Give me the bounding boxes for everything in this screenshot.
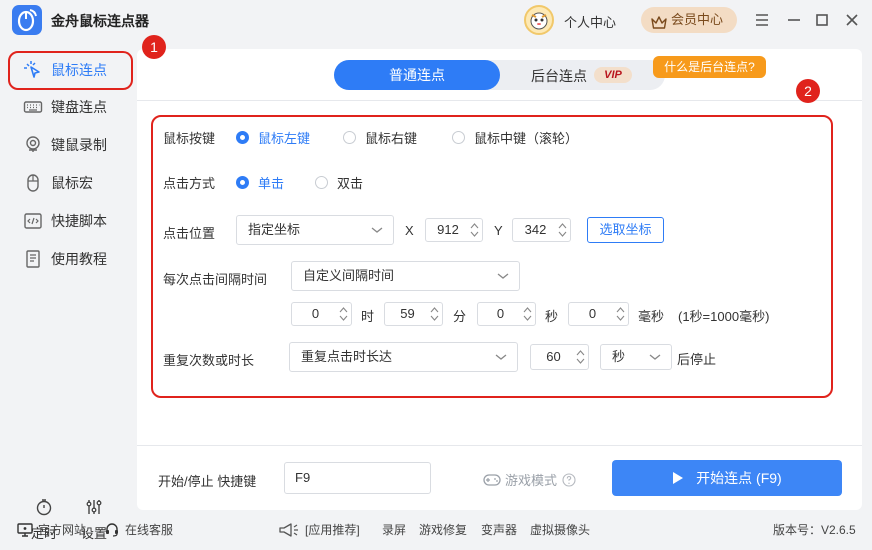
official-website-link[interactable]: 官方网站 [17, 521, 86, 538]
sidebar-item-label: 键鼠录制 [51, 137, 107, 153]
footer-link-virtual-camera[interactable]: 虚拟摄像头 [530, 521, 590, 538]
hotkey-label: 开始/停止 快捷键 [158, 474, 257, 489]
sidebar-item-script[interactable]: 快捷脚本 [12, 203, 132, 239]
divider [137, 445, 862, 446]
start-click-button[interactable]: 开始连点 (F9) [612, 460, 842, 496]
headset-icon [106, 522, 118, 537]
keyboard-icon [22, 96, 44, 118]
footer-link-game-repair[interactable]: 游戏修复 [419, 521, 467, 538]
annotation-badge-2: 2 [796, 79, 820, 103]
sidebar-item-tutorial[interactable]: 使用教程 [12, 241, 132, 277]
game-mode-toggle[interactable]: 游戏模式 [483, 470, 576, 489]
gamepad-icon [483, 473, 501, 486]
tab-background-click[interactable]: 后台连点 [531, 66, 587, 86]
app-logo-icon [12, 5, 42, 35]
vip-center-button[interactable]: 会员中心 [641, 7, 737, 33]
version-label: 版本号：V2.6.5 [773, 523, 856, 537]
menu-icon[interactable] [751, 9, 773, 31]
maximize-icon[interactable] [811, 9, 833, 31]
vip-center-label: 会员中心 [671, 12, 724, 27]
annotation-highlight-2 [151, 115, 833, 398]
online-service-link[interactable]: 在线客服 [104, 521, 173, 538]
sidebar-item-record[interactable]: 键鼠录制 [12, 127, 132, 163]
sidebar-item-label: 鼠标宏 [51, 175, 93, 191]
tutorial-icon [22, 248, 44, 270]
user-avatar[interactable] [524, 5, 554, 35]
close-icon[interactable] [841, 9, 863, 31]
divider [137, 100, 862, 101]
recommend-label: [应用推荐] [305, 523, 360, 537]
user-center-link[interactable]: 个人中心 [564, 12, 616, 31]
vip-tag: VIP [594, 67, 632, 83]
title-bar: 金舟鼠标连点器 个人中心 会员中心 [0, 0, 872, 40]
game-mode-label: 游戏模式 [505, 473, 558, 488]
sidebar-item-keyboard-click[interactable]: 键盘连点 [12, 89, 132, 125]
crown-icon [651, 13, 667, 39]
recommend-section: [应用推荐] [278, 521, 360, 538]
official-website-label: 官方网站 [38, 523, 87, 537]
script-icon [22, 210, 44, 232]
hotkey-input[interactable]: F9 [284, 462, 431, 494]
what-is-background-click-link[interactable]: 什么是后台连点? [653, 56, 766, 78]
megaphone-icon [279, 522, 298, 537]
sidebar-item-macro[interactable]: 鼠标宏 [12, 165, 132, 201]
footer: 官方网站 在线客服 [应用推荐] 录屏 游戏修复 变声器 虚拟摄像头 版本号：V… [0, 514, 872, 550]
sidebar: 鼠标连点 键盘连点 键鼠录制 鼠标宏 快捷脚本 使用教程 定时 设置 [0, 40, 137, 541]
help-icon[interactable] [562, 472, 576, 487]
start-click-label: 开始连点 (F9) [696, 470, 782, 486]
sidebar-item-label: 键盘连点 [51, 99, 107, 115]
tab-normal-click[interactable]: 普通连点 [334, 60, 500, 90]
online-service-label: 在线客服 [125, 523, 174, 537]
annotation-badge-1: 1 [142, 35, 166, 59]
play-icon [673, 472, 684, 484]
record-icon [22, 134, 44, 156]
footer-link-voice-changer[interactable]: 变声器 [481, 521, 517, 538]
sidebar-item-label: 使用教程 [51, 251, 107, 267]
sidebar-item-label: 快捷脚本 [51, 213, 107, 229]
minimize-icon[interactable] [783, 9, 805, 31]
app-title: 金舟鼠标连点器 [51, 13, 149, 29]
annotation-highlight-1 [8, 51, 133, 90]
mouse-icon [22, 172, 44, 194]
monitor-icon [17, 522, 33, 537]
footer-link-screen-record[interactable]: 录屏 [382, 521, 406, 538]
